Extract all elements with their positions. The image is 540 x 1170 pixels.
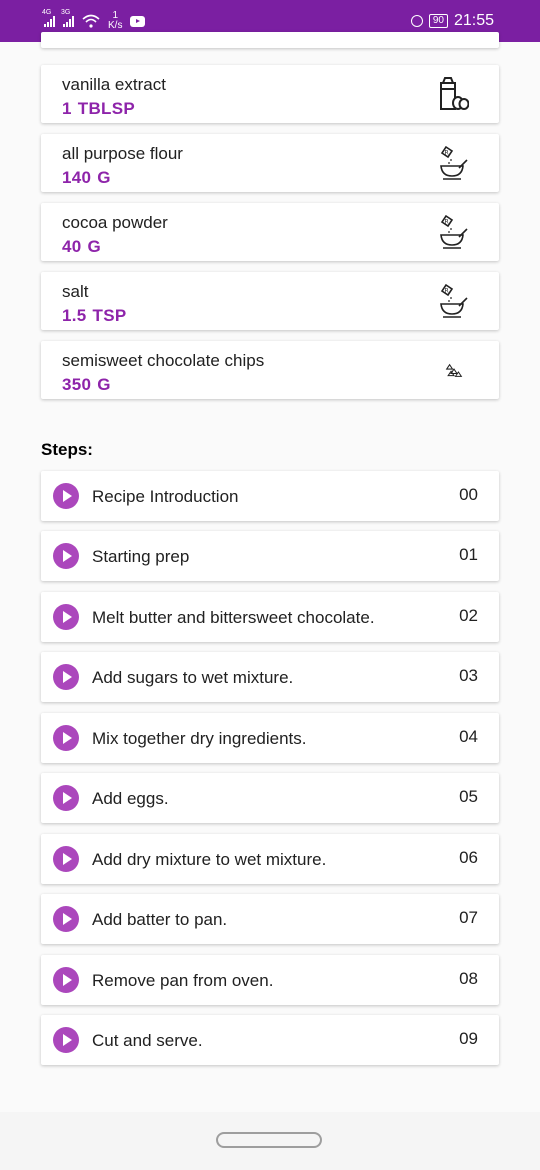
svg-text:R: R — [445, 288, 449, 295]
svg-text:R: R — [445, 150, 449, 157]
ingredient-card[interactable]: cocoa powder 40 G R — [41, 203, 499, 261]
ingredient-quantity: 1 TBLSP — [62, 99, 135, 118]
play-icon[interactable] — [53, 785, 79, 811]
ingredient-quantity: 350 G — [62, 375, 111, 394]
step-number: 06 — [459, 848, 478, 867]
step-number: 09 — [459, 1029, 478, 1048]
signal-2-icon: 3G — [61, 9, 74, 27]
signal-icon: 4G — [42, 9, 55, 27]
home-gesture-handle[interactable] — [216, 1132, 322, 1148]
navigation-bar — [0, 1112, 540, 1170]
play-icon[interactable] — [53, 906, 79, 932]
play-icon[interactable] — [53, 1027, 79, 1053]
step-title: Add dry mixture to wet mixture. — [92, 850, 327, 869]
step-title: Recipe Introduction — [92, 487, 239, 506]
svg-text:R: R — [445, 219, 449, 226]
play-icon[interactable] — [53, 664, 79, 690]
step-item[interactable]: Recipe Introduction 00 — [41, 471, 499, 521]
step-item[interactable]: Starting prep 01 — [41, 531, 499, 581]
step-title: Starting prep — [92, 547, 190, 566]
play-icon[interactable] — [53, 725, 79, 751]
step-item[interactable]: Add eggs. 05 — [41, 773, 499, 823]
ingredient-name: cocoa powder — [62, 213, 168, 232]
youtube-icon — [130, 15, 146, 27]
step-title: Add batter to pan. — [92, 910, 228, 929]
steps-heading: Steps: — [41, 440, 93, 459]
step-item[interactable]: Melt butter and bittersweet chocolate. 0… — [41, 592, 499, 642]
step-title: Add sugars to wet mixture. — [92, 668, 294, 687]
step-item[interactable]: Remove pan from oven. 08 — [41, 955, 499, 1005]
step-title: Add eggs. — [92, 789, 169, 808]
step-number: 04 — [459, 727, 478, 746]
play-icon[interactable] — [53, 483, 79, 509]
ingredient-name: salt — [62, 282, 89, 301]
step-item[interactable]: Cut and serve. 09 — [41, 1015, 499, 1065]
dry-ingredient-bowl-icon: R — [440, 146, 468, 180]
step-number: 03 — [459, 666, 478, 685]
step-title: Mix together dry ingredients. — [92, 729, 307, 748]
ingredient-quantity: 40 G — [62, 237, 102, 256]
battery-icon: 90 — [428, 14, 448, 28]
ingredient-quantity: 1.5 TSP — [62, 306, 127, 325]
step-number: 05 — [459, 787, 478, 806]
ingredient-quantity: 140 G — [62, 168, 111, 187]
step-number: 01 — [459, 545, 478, 564]
network-speed: 1 K/s — [108, 10, 123, 31]
ingredient-card[interactable]: vanilla extract 1 TBLSP — [41, 65, 499, 123]
ingredient-name: vanilla extract — [62, 75, 166, 94]
play-icon[interactable] — [53, 604, 79, 630]
ingredient-card[interactable]: salt 1.5 TSP R — [41, 272, 499, 330]
status-left: 4G 3G 1 K/s — [42, 9, 146, 31]
step-number: 02 — [459, 606, 478, 625]
step-item[interactable]: Add dry mixture to wet mixture. 06 — [41, 834, 499, 884]
step-number: 00 — [459, 485, 478, 504]
step-title: Cut and serve. — [92, 1031, 203, 1050]
play-icon[interactable] — [53, 543, 79, 569]
step-number: 07 — [459, 908, 478, 927]
play-icon[interactable] — [53, 967, 79, 993]
step-number: 08 — [459, 969, 478, 988]
dry-ingredient-bowl-icon: R — [440, 284, 468, 318]
step-item[interactable]: Add sugars to wet mixture. 03 — [41, 652, 499, 702]
ingredient-card[interactable]: semisweet chocolate chips 350 G — [41, 341, 499, 399]
step-item[interactable]: Mix together dry ingredients. 04 — [41, 713, 499, 763]
dry-ingredient-bowl-icon: R — [440, 215, 468, 249]
chocolate-chips-icon — [445, 363, 463, 377]
step-item[interactable]: Add batter to pan. 07 — [41, 894, 499, 944]
step-title: Melt butter and bittersweet chocolate. — [92, 608, 375, 627]
ingredient-card[interactable]: all purpose flour 140 G R — [41, 134, 499, 192]
alarm-icon — [410, 15, 423, 27]
play-icon[interactable] — [53, 846, 79, 872]
ingredient-name: semisweet chocolate chips — [62, 351, 265, 370]
ingredient-card-partial[interactable] — [41, 32, 499, 48]
step-title: Remove pan from oven. — [92, 971, 274, 990]
clock: 21:55 — [453, 12, 494, 29]
milk-and-eggs-icon — [440, 77, 469, 110]
ingredient-name: all purpose flour — [62, 144, 183, 163]
wifi-icon — [82, 14, 100, 28]
status-right: 90 21:55 — [410, 12, 494, 30]
